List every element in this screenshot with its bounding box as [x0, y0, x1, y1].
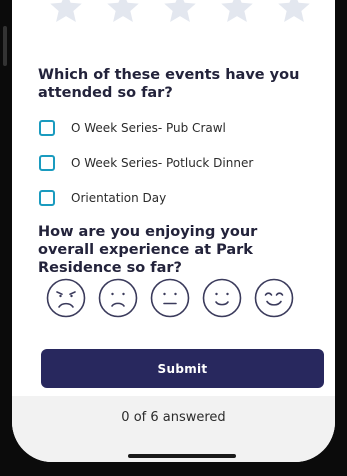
answered-count: 0 of 6 answered [121, 410, 226, 425]
star-icon[interactable] [48, 0, 84, 26]
event-option-potluck-dinner[interactable]: O Week Series- Potluck Dinner [39, 153, 253, 173]
experience-question: How are you enjoying your overall experi… [38, 224, 258, 276]
submit-button[interactable]: Submit [41, 349, 324, 388]
survey-screen: Which of these events have you attended … [12, 0, 335, 462]
neutral-face-icon[interactable] [150, 278, 190, 318]
event-option-orientation-day[interactable]: Orientation Day [39, 188, 166, 208]
checkbox[interactable] [39, 120, 55, 136]
checkbox[interactable] [39, 190, 55, 206]
checkbox[interactable] [39, 155, 55, 171]
option-label: O Week Series- Potluck Dinner [71, 156, 254, 170]
star-icon[interactable] [162, 0, 198, 26]
face-rating [46, 278, 294, 318]
very-happy-face-icon[interactable] [254, 278, 294, 318]
very-sad-face-icon[interactable] [46, 278, 86, 318]
option-label: O Week Series- Pub Crawl [71, 121, 226, 135]
phone-frame: Which of these events have you attended … [0, 0, 347, 476]
option-label: Orientation Day [71, 191, 167, 205]
events-question: Which of these events have you attended … [38, 67, 300, 101]
event-option-pub-crawl[interactable]: O Week Series- Pub Crawl [39, 118, 226, 138]
sad-face-icon[interactable] [98, 278, 138, 318]
star-icon[interactable] [276, 0, 312, 26]
home-indicator[interactable] [128, 454, 236, 458]
star-icon[interactable] [219, 0, 255, 26]
happy-face-icon[interactable] [202, 278, 242, 318]
side-button [3, 26, 7, 66]
star-icon[interactable] [105, 0, 141, 26]
footer-bar: 0 of 6 answered [12, 396, 335, 462]
star-rating [48, 0, 312, 26]
